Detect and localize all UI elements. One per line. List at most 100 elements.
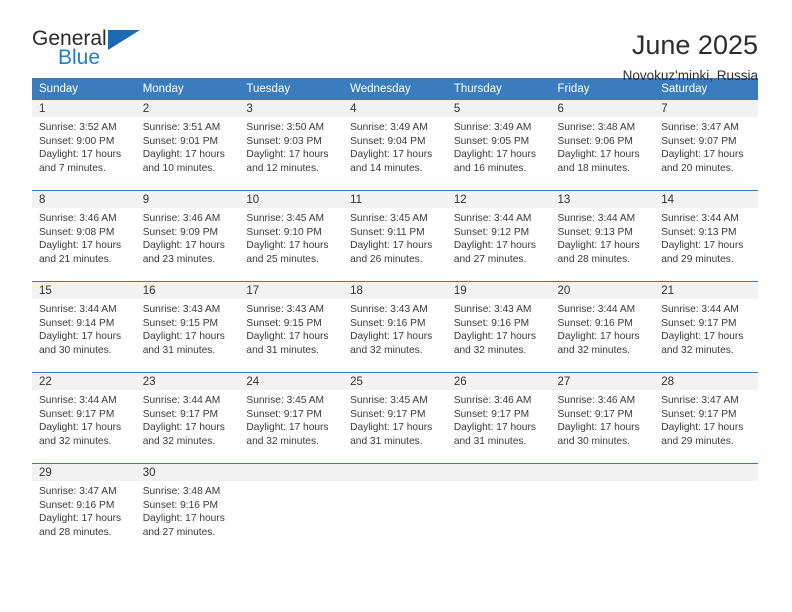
calendar-day-cell[interactable]: 4 Sunrise: 3:49 AM Sunset: 9:04 PM Daylight… <box>343 100 447 191</box>
daylight-text-line1: Daylight: 17 hours <box>142 513 225 525</box>
generalblue-logo[interactable]: General Blue <box>32 28 150 76</box>
day-details: Sunrise: 3:45 AM Sunset: 9:17 PM Daylight:… <box>239 390 343 448</box>
calendar-day-cell[interactable]: 1 Sunrise: 3:52 AM Sunset: 9:00 PM Daylight… <box>32 100 136 191</box>
calendar-day-cell[interactable]: 29 Sunrise: 3:47 AM Sunset: 9:16 PM Dayligh… <box>32 463 136 554</box>
day-cell-inner <box>446 464 551 554</box>
day-cell-inner: 22 Sunrise: 3:44 AM Sunset: 9:17 PM Dayligh… <box>32 373 136 463</box>
day-details: Sunrise: 3:44 AM Sunset: 9:12 PM Daylight:… <box>447 208 551 266</box>
daylight-text-line2: and 29 minutes. <box>661 435 734 447</box>
daylight-text-line2: and 18 minutes. <box>557 162 631 174</box>
daylight-text-line1: Daylight: 17 hours <box>350 422 433 434</box>
calendar-day-cell[interactable]: 23 Sunrise: 3:44 AM Sunset: 9:17 PM Dayligh… <box>135 372 240 464</box>
day-details: Sunrise: 3:43 AM Sunset: 9:16 PM Daylight:… <box>447 299 551 357</box>
calendar-day-cell[interactable]: 10 Sunrise: 3:45 AM Sunset: 9:10 PM Dayligh… <box>239 190 344 282</box>
daylight-text-line2: and 27 minutes. <box>142 526 216 538</box>
daylight-text-line2: and 32 minutes. <box>557 344 631 356</box>
day-number: 30 <box>135 464 240 481</box>
calendar-day-cell[interactable]: 24 Sunrise: 3:45 AM Sunset: 9:17 PM Dayligh… <box>239 372 344 464</box>
daylight-text-line1: Daylight: 17 hours <box>142 331 225 343</box>
daylight-text-line1: Daylight: 17 hours <box>142 149 225 161</box>
day-number: 27 <box>550 373 655 390</box>
sunset-text: Sunset: 9:13 PM <box>661 226 737 238</box>
day-cell-inner: 19 Sunrise: 3:43 AM Sunset: 9:16 PM Dayligh… <box>446 282 551 372</box>
day-details: Sunrise: 3:44 AM Sunset: 9:13 PM Daylight:… <box>551 208 655 266</box>
page-subtitle: Novokuz'minki, Russia <box>622 68 758 84</box>
calendar-grid: Sunday Monday Tuesday Wednesday Thursday… <box>32 78 758 554</box>
day-details: Sunrise: 3:45 AM Sunset: 9:17 PM Daylight:… <box>343 390 447 448</box>
day-details: Sunrise: 3:43 AM Sunset: 9:15 PM Daylight:… <box>239 299 343 357</box>
daylight-text-line1: Daylight: 17 hours <box>142 240 225 252</box>
day-details: Sunrise: 3:43 AM Sunset: 9:15 PM Daylight:… <box>136 299 240 357</box>
sunrise-text: Sunrise: 3:44 AM <box>661 304 739 315</box>
calendar-day-cell[interactable]: 22 Sunrise: 3:44 AM Sunset: 9:17 PM Dayligh… <box>32 372 136 464</box>
calendar-day-cell[interactable]: 21 Sunrise: 3:44 AM Sunset: 9:17 PM Dayligh… <box>654 281 758 373</box>
day-number: 11 <box>343 191 447 208</box>
day-number: 18 <box>343 282 447 299</box>
calendar-day-cell[interactable]: 15 Sunrise: 3:44 AM Sunset: 9:14 PM Dayligh… <box>32 281 136 373</box>
calendar-day-cell-empty <box>239 463 344 554</box>
calendar-day-cell[interactable]: 13 Sunrise: 3:44 AM Sunset: 9:13 PM Dayligh… <box>550 190 655 282</box>
day-number: 17 <box>239 282 344 299</box>
calendar-day-cell[interactable]: 17 Sunrise: 3:43 AM Sunset: 9:15 PM Dayligh… <box>239 281 344 373</box>
day-cell-inner: 5 Sunrise: 3:49 AM Sunset: 9:05 PM Daylight… <box>446 100 551 190</box>
day-number: 8 <box>32 191 136 208</box>
daylight-text-line1: Daylight: 17 hours <box>142 422 225 434</box>
day-number: 21 <box>654 282 758 299</box>
calendar-day-cell[interactable]: 30 Sunrise: 3:48 AM Sunset: 9:16 PM Dayligh… <box>135 463 240 554</box>
sunset-text: Sunset: 9:07 PM <box>661 135 737 147</box>
calendar-day-cell[interactable]: 27 Sunrise: 3:46 AM Sunset: 9:17 PM Dayligh… <box>550 372 655 464</box>
sunrise-text: Sunrise: 3:43 AM <box>142 304 221 315</box>
calendar-day-cell[interactable]: 6 Sunrise: 3:48 AM Sunset: 9:06 PM Daylight… <box>550 100 655 191</box>
day-details: Sunrise: 3:47 AM Sunset: 9:07 PM Daylight:… <box>654 117 758 175</box>
day-number: 28 <box>654 373 758 390</box>
calendar-day-cell[interactable]: 26 Sunrise: 3:46 AM Sunset: 9:17 PM Dayligh… <box>446 372 551 464</box>
calendar-day-cell[interactable]: 2 Sunrise: 3:51 AM Sunset: 9:01 PM Daylight… <box>135 100 240 191</box>
day-details: Sunrise: 3:51 AM Sunset: 9:01 PM Daylight:… <box>136 117 240 175</box>
calendar-week-row: 15 Sunrise: 3:44 AM Sunset: 9:14 PM Dayligh… <box>32 281 758 373</box>
calendar-day-cell[interactable]: 8 Sunrise: 3:46 AM Sunset: 9:08 PM Daylight… <box>32 190 136 282</box>
calendar-day-cell-empty <box>550 463 655 554</box>
sunrise-text: Sunrise: 3:47 AM <box>39 486 117 497</box>
day-details: Sunrise: 3:44 AM Sunset: 9:17 PM Daylight:… <box>136 390 240 448</box>
daylight-text-line2: and 32 minutes. <box>350 344 423 356</box>
daylight-text-line1: Daylight: 17 hours <box>350 331 433 343</box>
daylight-text-line1: Daylight: 17 hours <box>39 331 122 343</box>
daylight-text-line1: Daylight: 17 hours <box>39 149 122 161</box>
sunset-text: Sunset: 9:17 PM <box>557 408 633 420</box>
day-details: Sunrise: 3:46 AM Sunset: 9:17 PM Daylight:… <box>551 390 655 448</box>
sunset-text: Sunset: 9:11 PM <box>350 226 425 238</box>
page-header: General Blue June 2025 Novokuz'minki, Ru… <box>0 0 792 83</box>
calendar-day-cell[interactable]: 16 Sunrise: 3:43 AM Sunset: 9:15 PM Dayligh… <box>135 281 240 373</box>
sunset-text: Sunset: 9:15 PM <box>246 317 322 329</box>
calendar-day-cell[interactable]: 11 Sunrise: 3:45 AM Sunset: 9:11 PM Dayligh… <box>343 190 447 282</box>
day-details: Sunrise: 3:50 AM Sunset: 9:03 PM Daylight:… <box>239 117 343 175</box>
day-details: Sunrise: 3:44 AM Sunset: 9:13 PM Daylight:… <box>654 208 758 266</box>
calendar-day-cell[interactable]: 18 Sunrise: 3:43 AM Sunset: 9:16 PM Dayligh… <box>343 281 447 373</box>
calendar-day-cell[interactable]: 5 Sunrise: 3:49 AM Sunset: 9:05 PM Daylight… <box>446 100 551 191</box>
sunrise-text: Sunrise: 3:46 AM <box>142 213 221 224</box>
calendar-day-cell[interactable]: 28 Sunrise: 3:47 AM Sunset: 9:17 PM Dayligh… <box>654 372 758 464</box>
sunset-text: Sunset: 9:10 PM <box>246 226 322 238</box>
day-number: 7 <box>654 100 758 117</box>
day-cell-inner: 20 Sunrise: 3:44 AM Sunset: 9:16 PM Dayligh… <box>550 282 655 372</box>
calendar-week-row: 29 Sunrise: 3:47 AM Sunset: 9:16 PM Dayligh… <box>32 463 758 554</box>
calendar-day-cell[interactable]: 25 Sunrise: 3:45 AM Sunset: 9:17 PM Dayligh… <box>343 372 447 464</box>
calendar-day-cell[interactable]: 9 Sunrise: 3:46 AM Sunset: 9:09 PM Daylight… <box>135 190 240 282</box>
calendar-day-cell[interactable]: 20 Sunrise: 3:44 AM Sunset: 9:16 PM Dayligh… <box>550 281 655 373</box>
daylight-text-line2: and 14 minutes. <box>350 162 423 174</box>
calendar-day-cell[interactable]: 3 Sunrise: 3:50 AM Sunset: 9:03 PM Daylight… <box>239 100 344 191</box>
sunset-text: Sunset: 9:17 PM <box>661 408 737 420</box>
day-cell-inner: 26 Sunrise: 3:46 AM Sunset: 9:17 PM Dayligh… <box>446 373 551 463</box>
day-cell-inner: 18 Sunrise: 3:43 AM Sunset: 9:16 PM Dayligh… <box>343 282 447 372</box>
calendar-day-cell[interactable]: 12 Sunrise: 3:44 AM Sunset: 9:12 PM Dayligh… <box>446 190 551 282</box>
day-number: 29 <box>32 464 136 481</box>
sunrise-text: Sunrise: 3:52 AM <box>39 122 117 133</box>
sunrise-text: Sunrise: 3:44 AM <box>557 304 636 315</box>
sunset-text: Sunset: 9:17 PM <box>453 408 530 420</box>
sunrise-text: Sunrise: 3:45 AM <box>350 213 428 224</box>
day-cell-inner: 1 Sunrise: 3:52 AM Sunset: 9:00 PM Daylight… <box>32 100 136 190</box>
day-number: 15 <box>32 282 136 299</box>
calendar-day-cell[interactable]: 19 Sunrise: 3:43 AM Sunset: 9:16 PM Dayligh… <box>446 281 551 373</box>
calendar-day-cell[interactable]: 7 Sunrise: 3:47 AM Sunset: 9:07 PM Daylight… <box>654 100 758 191</box>
calendar-day-cell[interactable]: 14 Sunrise: 3:44 AM Sunset: 9:13 PM Dayligh… <box>654 190 758 282</box>
